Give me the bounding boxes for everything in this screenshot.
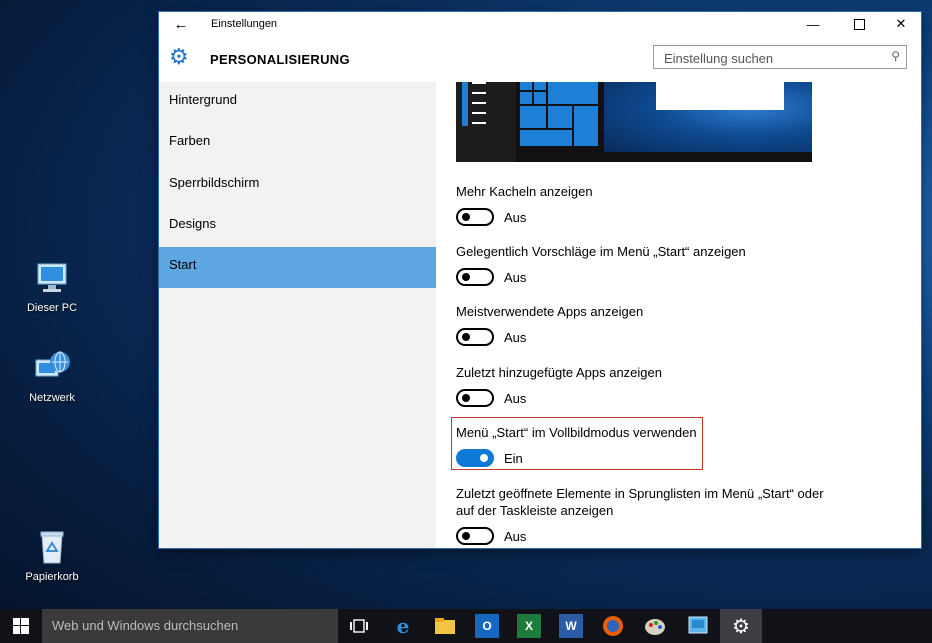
toggle-state: Aus <box>504 329 527 345</box>
control-panel-icon[interactable] <box>686 614 710 638</box>
windows-logo-icon <box>13 618 29 634</box>
sidebar-item-designs[interactable]: Designs <box>159 206 436 247</box>
task-view-icon[interactable] <box>347 614 371 638</box>
sidebar-item-hintergrund[interactable]: Hintergrund <box>159 82 436 123</box>
paint-icon[interactable] <box>643 614 667 638</box>
toggle-state: Aus <box>504 269 527 285</box>
setting-jump-lists: Zuletzt geöffnete Elemente in Sprunglist… <box>456 485 824 545</box>
search-icon[interactable]: ⚲ <box>891 49 900 63</box>
sidebar-item-start[interactable]: Start <box>159 247 436 289</box>
desktop-icon-network[interactable]: Netzwerk <box>17 348 87 404</box>
setting-label: Zuletzt geöffnete Elemente in Sprunglist… <box>456 486 824 501</box>
back-button[interactable]: ← <box>167 12 195 36</box>
start-preview-image <box>456 82 812 162</box>
setting-label: Gelegentlich Vorschläge im Menü „Start“ … <box>456 244 746 259</box>
toggle-switch[interactable] <box>456 328 494 346</box>
minimize-icon: — <box>806 16 820 32</box>
excel-icon[interactable]: X <box>517 614 541 638</box>
maximize-button[interactable] <box>839 12 879 36</box>
toggle-switch[interactable] <box>456 389 494 407</box>
gear-icon: ⚙ <box>169 44 189 69</box>
firefox-icon[interactable] <box>601 614 625 638</box>
toggle-state: Ein <box>504 450 523 466</box>
settings-taskbar-button[interactable]: ⚙ <box>720 609 762 643</box>
setting-most-used-apps: Meistverwendete Apps anzeigen Aus <box>456 303 643 346</box>
start-button[interactable] <box>0 609 42 643</box>
desktop-icon-recycle-bin[interactable]: Papierkorb <box>17 527 87 583</box>
window-title: Einstellungen <box>211 18 278 30</box>
computer-icon <box>32 258 72 298</box>
back-arrow-icon: ← <box>173 15 189 33</box>
search-box[interactable]: ⚲ <box>653 45 907 69</box>
word-icon[interactable]: W <box>559 614 583 638</box>
settings-icon: ⚙ <box>732 615 750 638</box>
header: ⚙ PERSONALISIERUNG ⚲ <box>159 36 921 82</box>
toggle-state: Aus <box>504 209 527 225</box>
setting-fullscreen-start: Menü „Start“ im Vollbildmodus verwenden … <box>456 424 697 467</box>
toggle-switch[interactable] <box>456 449 494 467</box>
file-explorer-icon[interactable] <box>433 614 457 638</box>
setting-label: Menü „Start“ im Vollbildmodus verwenden <box>456 425 697 440</box>
page-title: PERSONALISIERUNG <box>210 52 350 67</box>
setting-more-tiles: Mehr Kacheln anzeigen Aus <box>456 183 593 226</box>
setting-label: Zuletzt hinzugefügte Apps anzeigen <box>456 365 662 380</box>
toggle-state: Aus <box>504 390 527 406</box>
minimize-button[interactable]: — <box>793 12 833 36</box>
edge-icon[interactable]: e <box>391 614 415 638</box>
outlook-icon[interactable]: O <box>475 614 499 638</box>
taskbar: Web und Windows durchsuchen e O X W ⚙ <box>0 609 932 643</box>
desktop-icon-this-pc[interactable]: Dieser PC <box>17 258 87 314</box>
recycle-bin-icon <box>32 527 72 567</box>
taskbar-search[interactable]: Web und Windows durchsuchen <box>42 609 338 643</box>
sidebar-item-farben[interactable]: Farben <box>159 123 436 164</box>
close-button[interactable]: ✕ <box>881 12 921 36</box>
setting-recently-added-apps: Zuletzt hinzugefügte Apps anzeigen Aus <box>456 364 662 407</box>
title-bar: ← Einstellungen — ✕ <box>159 12 921 36</box>
sidebar: Hintergrund Farben Sperrbildschirm Desig… <box>159 82 436 548</box>
settings-window: ← Einstellungen — ✕ ⚙ PERSONALISIERUNG ⚲… <box>159 12 921 548</box>
close-icon: ✕ <box>895 16 907 31</box>
setting-suggestions: Gelegentlich Vorschläge im Menü „Start“ … <box>456 243 746 286</box>
setting-label: Mehr Kacheln anzeigen <box>456 184 593 199</box>
toggle-switch[interactable] <box>456 268 494 286</box>
network-icon <box>32 348 72 388</box>
setting-label-continued: auf der Taskleiste anzeigen <box>456 503 614 518</box>
toggle-switch[interactable] <box>456 208 494 226</box>
maximize-icon <box>853 18 865 30</box>
search-input[interactable] <box>662 47 886 69</box>
settings-content: Mehr Kacheln anzeigen Aus Gelegentlich V… <box>436 82 921 548</box>
toggle-switch[interactable] <box>456 527 494 545</box>
sidebar-item-sperrbildschirm[interactable]: Sperrbildschirm <box>159 165 436 206</box>
setting-label: Meistverwendete Apps anzeigen <box>456 304 644 319</box>
toggle-state: Aus <box>504 528 527 544</box>
